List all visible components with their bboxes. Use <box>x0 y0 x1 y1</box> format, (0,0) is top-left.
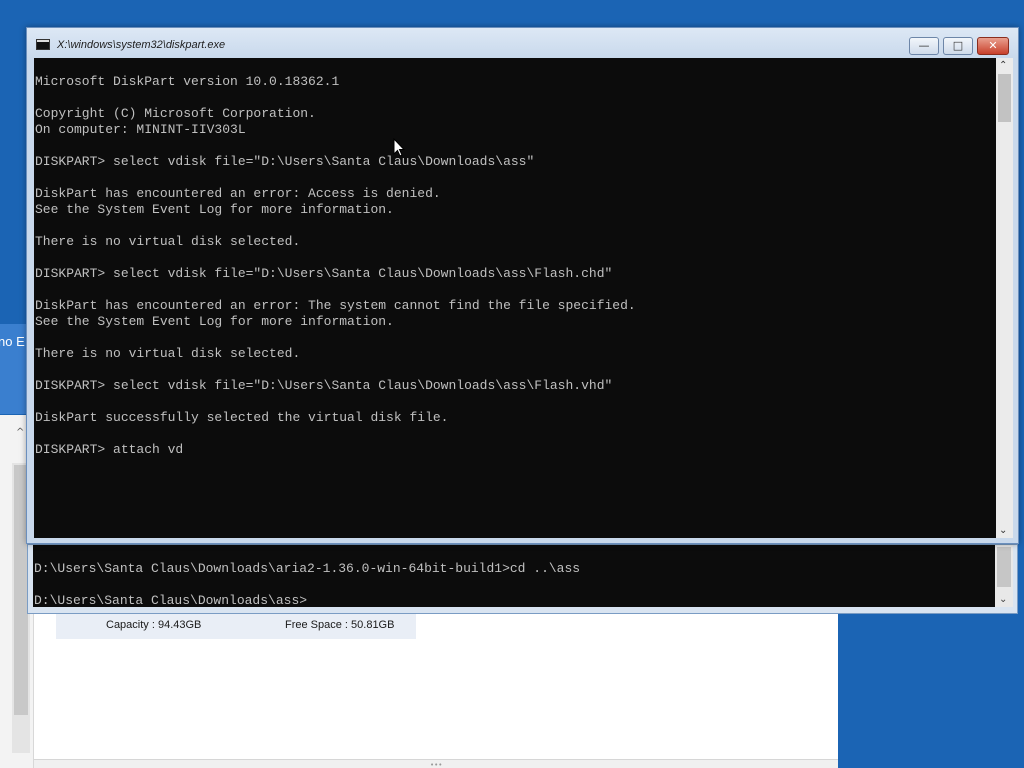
console-line: DISKPART> select vdisk file="D:\Users\Sa… <box>35 154 535 169</box>
close-button[interactable]: ✕ <box>977 37 1009 55</box>
free-space-label: Free Space : 50.81GB <box>285 619 395 631</box>
maximize-button[interactable]: □ <box>943 37 973 55</box>
console-app-icon[interactable] <box>36 39 50 50</box>
diskpart-vertical-scrollbar[interactable]: ⌃ ⌄ <box>996 58 1013 538</box>
console-line: DISKPART> select vdisk file="D:\Users\Sa… <box>35 378 613 393</box>
scroll-up-icon[interactable]: ⌃ <box>999 60 1007 71</box>
console-line: D:\Users\Santa Claus\Downloads\aria2-1.3… <box>34 561 581 576</box>
mouse-pointer-icon <box>393 138 405 157</box>
scrollbar-thumb[interactable] <box>998 74 1011 122</box>
diskpart-console-output[interactable]: Microsoft DiskPart version 10.0.18362.1 C… <box>34 58 996 538</box>
console-line: On computer: MININT-IIV303L <box>35 122 246 137</box>
console-line: D:\Users\Santa Claus\Downloads\ass> <box>34 593 308 607</box>
console-line: See the System Event Log for more inform… <box>35 314 394 329</box>
diskpart-window[interactable]: X:\windows\system32\diskpart.exe — □ ✕ M… <box>26 27 1019 544</box>
console-line: DiskPart has encountered an error: Acces… <box>35 186 441 201</box>
scroll-down-icon[interactable]: ⌄ <box>999 594 1007 605</box>
background-bottom-bar: ••• <box>34 759 838 768</box>
console-line: DISKPART> attach vd <box>35 442 184 457</box>
disk-info-panel: Capacity : 94.43GB Free Space : 50.81GB <box>56 611 416 639</box>
cmd-vertical-scrollbar[interactable]: ⌄ <box>995 545 1013 607</box>
cmd-window-background[interactable]: D:\Users\Santa Claus\Downloads\aria2-1.3… <box>27 544 1018 614</box>
title-bar[interactable]: X:\windows\system32\diskpart.exe — □ ✕ <box>27 28 1018 58</box>
console-line: Microsoft DiskPart version 10.0.18362.1 <box>35 74 340 89</box>
cmd-console-output[interactable]: D:\Users\Santa Claus\Downloads\aria2-1.3… <box>33 545 998 607</box>
console-line: See the System Event Log for more inform… <box>35 202 394 217</box>
console-line: DiskPart has encountered an error: The s… <box>35 298 636 313</box>
window-title: X:\windows\system32\diskpart.exe <box>57 39 226 51</box>
console-line: There is no virtual disk selected. <box>35 346 301 361</box>
scroll-down-icon[interactable]: ⌄ <box>999 525 1007 536</box>
scrollbar-thumb[interactable] <box>997 547 1011 587</box>
resize-grip-icon[interactable]: ••• <box>430 761 442 768</box>
console-line: There is no virtual disk selected. <box>35 234 301 249</box>
console-line: DISKPART> select vdisk file="D:\Users\Sa… <box>35 266 613 281</box>
console-line: Copyright (C) Microsoft Corporation. <box>35 106 316 121</box>
chevron-up-icon[interactable]: ^ <box>16 427 24 438</box>
console-line: DiskPart successfully selected the virtu… <box>35 410 449 425</box>
minimize-button[interactable]: — <box>909 37 939 55</box>
capacity-label: Capacity : 94.43GB <box>106 619 202 631</box>
